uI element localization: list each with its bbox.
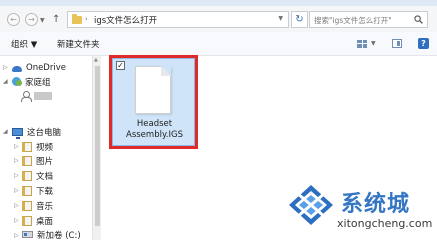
search-input[interactable]	[314, 14, 409, 26]
expand-chevron-icon[interactable]: ▷	[14, 143, 19, 150]
nav-item-label: 文档	[36, 171, 54, 182]
view-grid-icon	[357, 39, 367, 48]
expand-chevron-icon[interactable]: ▷	[14, 157, 19, 164]
up-arrow-icon[interactable]: ↑	[52, 14, 60, 25]
nav-pane-scrollbar[interactable]: ▲	[92, 56, 101, 240]
refresh-button[interactable]: ↻	[291, 11, 308, 28]
generic-file-icon	[135, 66, 171, 114]
nav-item-label: 家庭组	[25, 77, 51, 88]
forward-arrow-icon: →	[28, 14, 35, 24]
homegroup-icon	[12, 77, 22, 86]
change-view-button[interactable]	[357, 37, 367, 50]
onedrive-cloud-icon	[12, 65, 22, 72]
help-button[interactable]: ?	[418, 37, 429, 50]
nav-item-label: 下载	[36, 186, 54, 197]
scroll-up-arrow-icon[interactable]: ▲	[94, 57, 98, 63]
expand-chevron-icon[interactable]: ◢	[3, 128, 8, 135]
nav-item-label: 视频	[36, 142, 54, 153]
breadcrumb-chevron-icon[interactable]: ›	[85, 15, 88, 23]
command-bar: 组织 ▼ 新建文件夹 ▼ ?	[0, 32, 437, 56]
folder-icon	[72, 14, 82, 24]
nav-item-label: 这台电脑	[27, 127, 62, 138]
recent-locations-dropdown-icon[interactable]: ▼	[40, 17, 45, 24]
expand-chevron-icon[interactable]: ▷	[14, 172, 19, 179]
help-icon: ?	[418, 38, 429, 49]
nav-item-label: 桌面	[36, 216, 54, 227]
expand-chevron-icon[interactable]: ▷	[14, 187, 19, 194]
back-button[interactable]: ←	[7, 13, 20, 26]
videos-folder-icon	[22, 141, 32, 152]
address-bar[interactable]: › igs文件怎么打开 ▼	[67, 11, 289, 28]
file-item[interactable]: ✓ Headset Assembly.IGS	[112, 58, 195, 146]
view-options-dropdown-icon[interactable]: ▼	[371, 40, 376, 47]
expand-chevron-icon[interactable]: ◢	[3, 78, 8, 85]
new-folder-button[interactable]: 新建文件夹	[57, 38, 100, 50]
scrollbar-thumb[interactable]	[95, 66, 100, 226]
preview-pane-button[interactable]	[392, 37, 402, 50]
file-name: Headset Assembly.IGS	[115, 119, 194, 141]
redacted-username	[34, 91, 52, 100]
search-box[interactable]	[309, 11, 428, 28]
watermark-name: 系统城	[341, 192, 411, 217]
back-arrow-icon: ←	[10, 14, 17, 24]
selection-checkbox[interactable]: ✓	[116, 61, 125, 70]
nav-item-label: 音乐	[36, 201, 54, 212]
preview-pane-icon	[392, 39, 402, 48]
documents-folder-icon	[22, 170, 32, 181]
xitongcheng-logo-icon	[289, 185, 333, 225]
computer-icon	[12, 127, 23, 139]
refresh-icon: ↻	[295, 14, 304, 25]
downloads-folder-icon	[22, 185, 32, 196]
nav-item-label: 新加卷 (C:)	[37, 230, 81, 240]
address-row: ← → ▼ ↑ › igs文件怎么打开 ▼ ↻	[0, 6, 437, 32]
expand-chevron-icon[interactable]: ▷	[14, 232, 19, 239]
forward-button[interactable]: →	[25, 13, 38, 26]
expand-chevron-icon[interactable]: ▷	[3, 64, 8, 71]
expand-chevron-icon[interactable]: ▷	[14, 202, 19, 209]
nav-item-label: 图片	[36, 156, 54, 167]
search-icon[interactable]	[414, 15, 423, 24]
nav-item-onedrive[interactable]: OneDrive	[12, 61, 104, 74]
desktop-folder-icon	[22, 215, 32, 226]
pictures-folder-icon	[22, 155, 32, 166]
drive-icon	[22, 231, 33, 238]
expand-chevron-icon[interactable]: ▷	[14, 217, 19, 224]
nav-item-label: OneDrive	[26, 62, 66, 73]
file-name-line: Headset	[136, 119, 173, 129]
watermark-domain: xitongcheng.com	[337, 217, 433, 230]
nav-item-homegroup[interactable]: 家庭组	[12, 75, 104, 88]
nav-item-this-pc[interactable]: 这台电脑	[12, 125, 104, 139]
navigation-pane: ▷ OneDrive ◢ 家庭组 ◢ 这台电脑 ▷ 视频 ▷ 图片 ▷ 文档 ▷…	[0, 56, 96, 240]
site-watermark: 系统城 xitongcheng.com	[285, 182, 437, 240]
user-icon	[21, 90, 32, 102]
file-name-line: Assembly.IGS	[126, 130, 183, 140]
breadcrumb-current-folder[interactable]: igs文件怎么打开	[94, 14, 157, 26]
music-folder-icon	[22, 200, 32, 211]
organize-button[interactable]: 组织 ▼	[11, 38, 37, 50]
address-history-dropdown-icon[interactable]: ▼	[278, 15, 283, 22]
